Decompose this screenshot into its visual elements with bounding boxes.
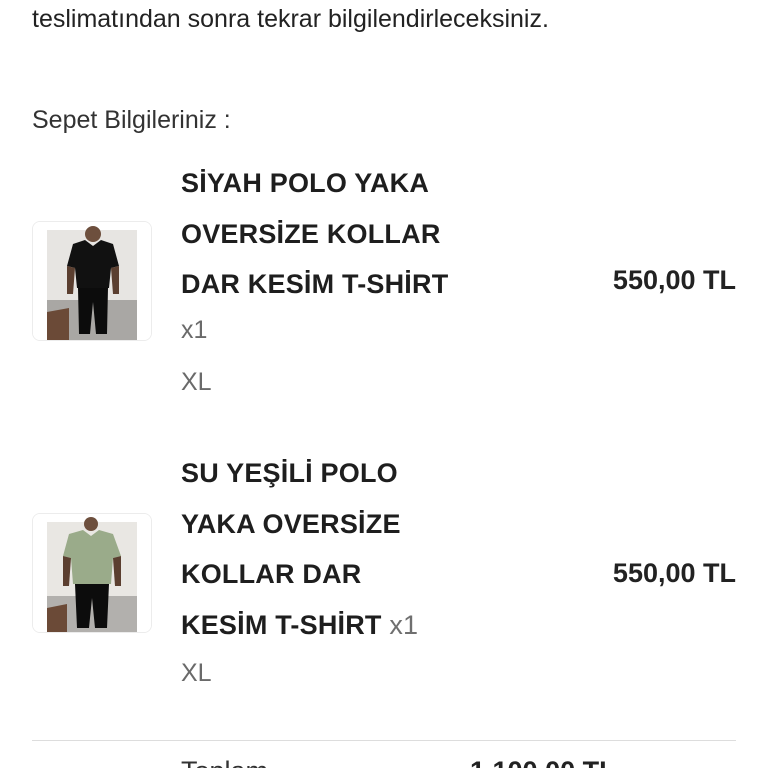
product-price: 550,00 TL [612, 558, 736, 588]
product-name-line-text: KESİM T-SHİRT [181, 609, 382, 640]
order-summary-page: teslimatından sonra tekrar bilgilendirle… [0, 0, 768, 768]
product-price: 550,00 TL [612, 265, 736, 295]
product-name-line: DAR KESİM T-SHİRT [181, 269, 449, 299]
product-name-line: YAKA OVERSİZE [181, 508, 401, 539]
product-photo-green-polo [33, 514, 151, 632]
product-name[interactable]: SU YEŞİLİ POLO YAKA OVERSİZE KOLLAR DAR … [181, 448, 481, 650]
cart-title: Sepet Bilgileriniz : [32, 106, 231, 134]
product-image[interactable] [32, 513, 152, 633]
product-image[interactable] [32, 221, 152, 341]
product-name-line: SİYAH POLO YAKA [181, 168, 430, 198]
product-name-line: KOLLAR DAR [181, 559, 362, 589]
cart-item: SİYAH POLO YAKA OVERSİZE KOLLAR DAR KESİ… [0, 158, 768, 408]
cart-item: SU YEŞİLİ POLO YAKA OVERSİZE KOLLAR DAR … [0, 450, 768, 700]
product-quantity: x1 [181, 316, 208, 344]
product-name-line: KESİM T-SHİRT x1 [181, 600, 481, 651]
product-name-line: SU YEŞİLİ POLO [181, 458, 398, 488]
product-photo-black-polo [33, 222, 151, 340]
product-name[interactable]: SİYAH POLO YAKA OVERSİZE KOLLAR DAR KESİ… [181, 158, 481, 310]
intro-text: teslimatından sonra tekrar bilgilendirle… [32, 5, 549, 33]
product-size: XL [181, 659, 212, 687]
total-label: Toplam [181, 754, 268, 768]
product-name-line: OVERSİZE KOLLAR [181, 218, 441, 249]
product-size: XL [181, 368, 212, 396]
summary-divider [32, 740, 736, 741]
total-value: 1.100,00 TL [470, 754, 616, 768]
product-quantity: x1 [389, 609, 419, 640]
